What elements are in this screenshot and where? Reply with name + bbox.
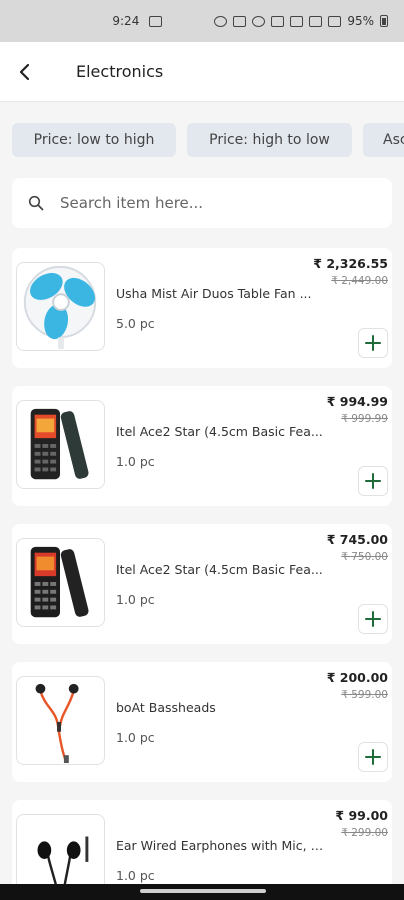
product-mrp: ₹ 2,449.00: [331, 275, 388, 287]
product-card[interactable]: Itel Ace2 Star (4.5cm Basic Fea... 1.0 p…: [12, 524, 392, 644]
search-bar: [12, 178, 392, 228]
product-price: ₹ 200.00: [326, 670, 388, 685]
product-card[interactable]: Usha Mist Air Duos Table Fan ... 5.0 pc …: [12, 248, 392, 368]
status-bar: 9:24 95%: [0, 0, 404, 42]
product-quantity: 5.0 pc: [116, 316, 155, 331]
product-price: ₹ 994.99: [326, 394, 388, 409]
product-name: Itel Ace2 Star (4.5cm Basic Fea...: [116, 562, 323, 577]
add-to-cart-button[interactable]: [358, 328, 388, 358]
search-input[interactable]: [60, 194, 360, 212]
product-name: Itel Ace2 Star (4.5cm Basic Fea...: [116, 424, 323, 439]
product-quantity: 1.0 pc: [116, 454, 155, 469]
back-button[interactable]: [0, 42, 50, 102]
fan-image: [23, 265, 97, 350]
notification-icon: [149, 15, 163, 27]
product-price: ₹ 99.00: [335, 808, 388, 823]
product-price: ₹ 745.00: [326, 532, 388, 547]
home-gesture-handle[interactable]: [140, 889, 266, 893]
status-time: 9:24: [112, 14, 140, 28]
product-mrp: ₹ 299.00: [341, 827, 388, 839]
product-name: Ear Wired Earphones with Mic, 3...: [116, 838, 326, 853]
signal-icon: [328, 15, 342, 27]
product-quantity: 1.0 pc: [116, 868, 155, 883]
product-card[interactable]: Itel Ace2 Star (4.5cm Basic Fea... 1.0 p…: [12, 386, 392, 506]
data-speed-icon: [290, 15, 304, 27]
battery-icon: [380, 15, 388, 27]
back-arrow-icon: [19, 63, 30, 80]
plus-icon: [365, 611, 381, 627]
system-navigation-bar: [0, 884, 404, 900]
search-icon: [28, 195, 44, 211]
vibrate-icon: [271, 15, 285, 27]
product-mrp: ₹ 750.00: [341, 551, 388, 563]
nfc-icon: [233, 15, 247, 27]
volte-icon: [309, 15, 323, 27]
add-to-cart-button[interactable]: [358, 742, 388, 772]
product-image: [16, 676, 105, 765]
battery-percent: 95%: [347, 14, 374, 28]
phone-image: [30, 546, 89, 618]
product-card[interactable]: boAt Bassheads 1.0 pc ₹ 200.00 ₹ 599.00: [12, 662, 392, 782]
product-quantity: 1.0 pc: [116, 730, 155, 745]
product-image: [16, 400, 105, 489]
chip-ascending[interactable]: Asc: [363, 123, 404, 157]
earphones-image: [35, 683, 79, 764]
product-mrp: ₹ 999.99: [341, 413, 388, 425]
phone-image: [30, 408, 89, 480]
app-bar: Electronics: [0, 42, 404, 102]
sort-chips: Price: low to high Price: high to low As…: [0, 123, 404, 157]
add-to-cart-button[interactable]: [358, 604, 388, 634]
plus-icon: [365, 473, 381, 489]
product-mrp: ₹ 599.00: [341, 689, 388, 701]
product-image: [16, 262, 105, 351]
chip-price-low-to-high[interactable]: Price: low to high: [12, 123, 176, 157]
chip-price-high-to-low[interactable]: Price: high to low: [187, 123, 352, 157]
product-quantity: 1.0 pc: [116, 592, 155, 607]
product-name: Usha Mist Air Duos Table Fan ...: [116, 286, 312, 301]
product-price: ₹ 2,326.55: [313, 256, 388, 271]
add-to-cart-button[interactable]: [358, 466, 388, 496]
page-title: Electronics: [76, 62, 164, 81]
product-image: [16, 538, 105, 627]
plus-icon: [365, 335, 381, 351]
product-name: boAt Bassheads: [116, 700, 216, 715]
alarm-icon: [252, 15, 266, 27]
hotspot-icon: [214, 15, 228, 27]
plus-icon: [365, 749, 381, 765]
